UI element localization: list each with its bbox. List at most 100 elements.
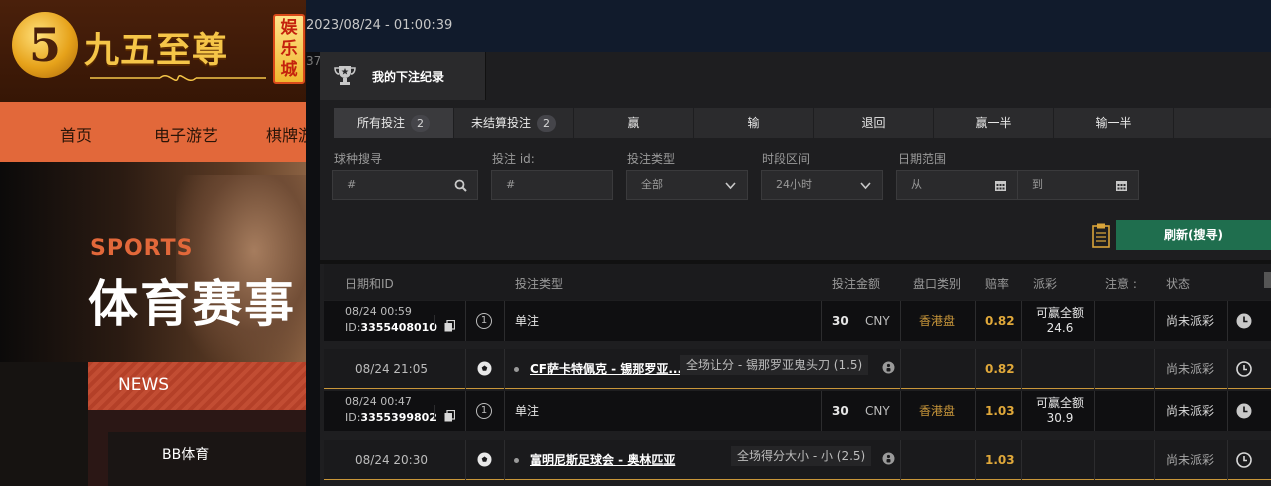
logo-text[interactable]: 九五至尊 xyxy=(84,22,228,73)
bet-id-prefix: ID: xyxy=(345,411,361,424)
soccer-ball-icon xyxy=(477,452,492,467)
bet-row[interactable]: 08/24 00:59 ID:3355408010 1 单注 30 CNY 香港… xyxy=(324,301,1271,341)
divider xyxy=(975,391,976,431)
divider xyxy=(1094,391,1095,431)
leg-status: 尚未派彩 xyxy=(1166,362,1215,376)
bet-id-label: 投注 id: xyxy=(492,152,535,166)
panel-title: 我的下注纪录 xyxy=(372,70,445,84)
nav-item-cards[interactable]: 棋牌游 xyxy=(266,122,306,146)
tab-label: 赢一半 xyxy=(975,116,1012,130)
news-label: NEWS xyxy=(118,375,170,395)
bet-stake: 30 xyxy=(832,404,849,418)
bet-id-prefix: ID: xyxy=(345,321,361,334)
divider xyxy=(465,440,466,480)
tab-refunded[interactable]: 退回 xyxy=(814,108,933,138)
divider xyxy=(821,301,822,341)
bet-currency: CNY xyxy=(865,404,890,418)
divider xyxy=(1154,301,1155,341)
nav-item-home[interactable]: 首页 xyxy=(60,122,92,146)
bet-leg-row[interactable]: 08/24 21:05 CF萨卡特佩克 - 锡那罗亚... 全场让分 - 锡那罗… xyxy=(324,349,1271,389)
tab-label: 输 xyxy=(747,116,760,130)
scrollbar-handle[interactable] xyxy=(1264,272,1271,288)
divider xyxy=(900,349,901,389)
bet-type-select[interactable]: 全部 xyxy=(626,170,748,200)
bet-id-input[interactable]: # xyxy=(491,170,613,200)
divider xyxy=(1021,440,1022,480)
time-range-select[interactable]: 24小时 xyxy=(761,170,883,200)
hero-title: 体育赛事 xyxy=(88,275,296,333)
divider xyxy=(465,301,466,341)
bet-id-value: 3355408010 xyxy=(360,321,437,334)
divider xyxy=(975,349,976,389)
bet-stake: 30 xyxy=(832,314,849,328)
time-range-value: 24小时 xyxy=(776,178,812,191)
site-nav: 首页 电子游艺 棋牌游 xyxy=(0,102,306,162)
col-date-id: 日期和ID xyxy=(345,277,394,291)
divider xyxy=(1227,301,1228,341)
col-note: 注意 : xyxy=(1105,277,1137,291)
divider xyxy=(1094,349,1095,389)
tab-my-bets[interactable]: 我的下注纪录 xyxy=(320,52,486,100)
news-item[interactable]: BB体育 xyxy=(108,432,306,486)
date-to-input[interactable]: 到 xyxy=(1017,170,1139,200)
bet-status: 尚未派彩 xyxy=(1166,404,1215,418)
hero-eyebrow: SPORTS xyxy=(90,236,194,261)
casino-site-panel: 5 九五至尊 娱乐城 首页 电子游艺 棋牌游 SPORTS 体育赛事 NEWS … xyxy=(0,0,306,486)
copy-icon[interactable] xyxy=(444,410,455,422)
leg-count-badge: 1 xyxy=(476,403,492,419)
tab-all-bets[interactable]: 所有投注 2 xyxy=(334,108,453,138)
divider xyxy=(1094,440,1095,480)
news-header: NEWS xyxy=(88,362,306,410)
date-from-placeholder: 从 xyxy=(911,178,922,191)
nav-item-slots[interactable]: 电子游艺 xyxy=(154,122,218,146)
leg-status: 尚未派彩 xyxy=(1166,453,1215,467)
divider xyxy=(1154,391,1155,431)
clock-icon[interactable] xyxy=(1236,452,1252,468)
tab-half-lost[interactable]: 输一半 xyxy=(1054,108,1173,138)
divider xyxy=(900,440,901,480)
match-link[interactable]: CF萨卡特佩克 - 锡那罗亚... xyxy=(530,349,682,389)
col-bet-type: 投注类型 xyxy=(515,277,564,291)
tab-count-badge: 2 xyxy=(411,115,430,132)
divider xyxy=(504,440,505,480)
divider xyxy=(975,301,976,341)
bet-type-label: 投注类型 xyxy=(627,152,676,166)
clock-icon[interactable] xyxy=(1236,403,1252,419)
bullet-icon xyxy=(514,367,519,372)
divider xyxy=(465,349,466,389)
sport-search-input[interactable]: # xyxy=(332,170,478,200)
clipboard-icon[interactable] xyxy=(1091,222,1111,248)
tab-unsettled[interactable]: 未结算投注 2 xyxy=(454,108,573,138)
divider xyxy=(900,301,901,341)
date-from-input[interactable]: 从 xyxy=(896,170,1018,200)
match-link[interactable]: 富明尼斯足球会 - 奥林匹亚 xyxy=(530,440,675,480)
search-icon[interactable] xyxy=(454,179,467,192)
divider xyxy=(1227,349,1228,389)
info-icon[interactable] xyxy=(882,452,895,465)
bet-payout: 可赢全额 30.9 xyxy=(1034,396,1086,436)
info-icon[interactable] xyxy=(882,361,895,374)
logo-mark[interactable]: 5 xyxy=(12,12,78,78)
divider xyxy=(1227,391,1228,431)
bet-odds: 0.82 xyxy=(985,314,1015,328)
bet-leg-row[interactable]: 08/24 20:30 富明尼斯足球会 - 奥林匹亚 全场得分大小 - 小 (2… xyxy=(324,440,1271,480)
leg-count-badge: 1 xyxy=(476,313,492,329)
tab-half-won[interactable]: 赢一半 xyxy=(934,108,1053,138)
tab-lost[interactable]: 输 xyxy=(694,108,813,138)
tab-won[interactable]: 赢 xyxy=(574,108,693,138)
calendar-icon[interactable] xyxy=(1115,179,1128,192)
bet-row[interactable]: 08/24 00:47 ID:3355399802 1 单注 30 CNY 香港… xyxy=(324,391,1271,431)
copy-icon[interactable] xyxy=(444,320,455,332)
bet-currency: CNY xyxy=(865,314,890,328)
bet-history-panel: 我的下注纪录 所有投注 2 未结算投注 2 赢 输 退回 赢一半 输一半 球种搜寻 xyxy=(320,52,1271,486)
bet-type-value: 全部 xyxy=(641,178,663,191)
clock-icon[interactable] xyxy=(1236,313,1252,329)
logo-badge: 娱乐城 xyxy=(273,14,305,84)
chevron-down-icon xyxy=(725,182,736,190)
bet-odds: 1.03 xyxy=(985,404,1015,418)
bullet-icon xyxy=(514,458,519,463)
calendar-icon[interactable] xyxy=(994,179,1007,192)
clock-icon[interactable] xyxy=(1236,361,1252,377)
bet-market: 香港盘 xyxy=(919,404,956,418)
refresh-search-button[interactable]: 刷新(搜寻) xyxy=(1116,220,1271,250)
